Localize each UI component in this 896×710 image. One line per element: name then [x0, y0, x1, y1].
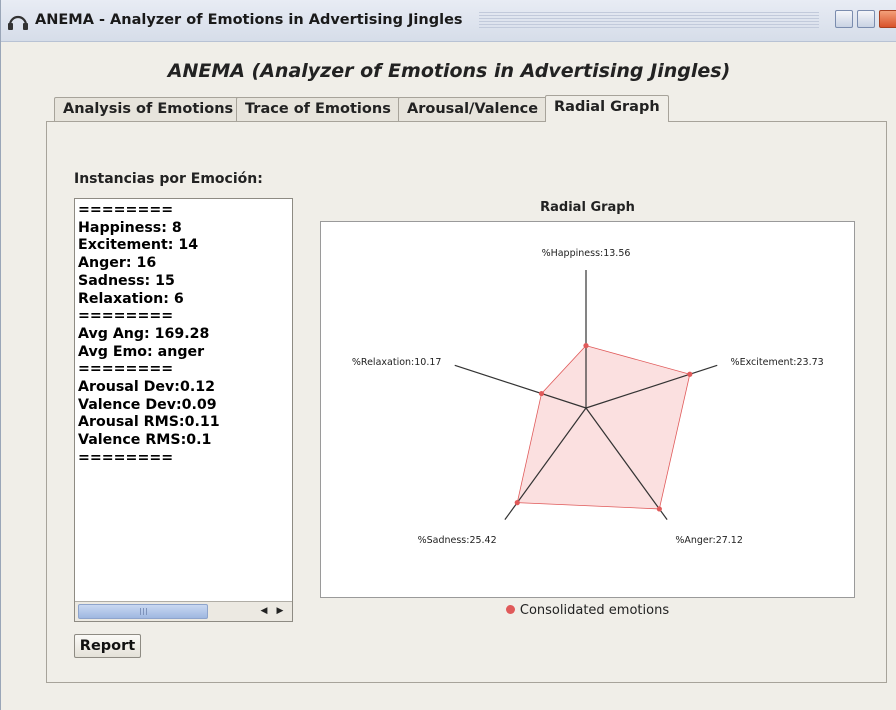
data-point	[656, 506, 662, 512]
window-title: ANEMA - Analyzer of Emotions in Advertis…	[35, 12, 463, 28]
radial-graph: %Happiness:13.56 %Excitement:23.73 %Anger:…	[320, 221, 855, 598]
scrollbar-thumb[interactable]	[78, 604, 208, 619]
axis-label: %Sadness:25.42	[418, 535, 497, 546]
axis-label: %Anger:27.12	[675, 535, 743, 546]
instances-label: Instancias por Emoción:	[74, 171, 263, 187]
legend-marker	[505, 605, 515, 614]
legend-label: Consolidated emotions	[519, 603, 670, 618]
axis-label: %Happiness:13.56	[542, 248, 631, 259]
stats-text: ======== Happiness: 8 Excitement: 14 Ang…	[78, 202, 220, 466]
horizontal-scrollbar[interactable]: ◀ ▶	[75, 601, 292, 621]
report-button[interactable]: Report	[74, 634, 141, 658]
close-button[interactable]	[879, 10, 896, 28]
tab-trace-of-emotions[interactable]: Trace of Emotions	[236, 97, 400, 121]
page-title: ANEMA (Analyzer of Emotions in Advertisi…	[167, 60, 731, 82]
axis-label: %Relaxation:10.17	[352, 357, 442, 368]
headphones-icon	[8, 15, 28, 30]
chart-title: Radial Graph	[540, 200, 635, 215]
title-bar-grip	[479, 12, 819, 30]
axis-label: %Excitement:23.73	[731, 357, 824, 368]
tab-radial-graph[interactable]: Radial Graph	[545, 95, 669, 122]
data-point	[514, 499, 520, 506]
minimize-button[interactable]	[835, 10, 853, 28]
chart-legend: Consolidated emotions	[320, 603, 855, 618]
data-point	[538, 390, 545, 397]
data-point	[687, 371, 693, 377]
title-bar[interactable]: ANEMA - Analyzer of Emotions in Advertis…	[1, 0, 896, 42]
tab-arousal-valence[interactable]: Arousal/Valence	[398, 97, 548, 121]
maximize-button[interactable]	[857, 10, 875, 28]
scroll-left-icon[interactable]: ◀	[256, 604, 272, 619]
scroll-right-icon[interactable]: ▶	[272, 604, 288, 619]
stats-text-area[interactable]: ======== Happiness: 8 Excitement: 14 Ang…	[74, 198, 293, 622]
data-point	[583, 343, 589, 349]
app-window: ANEMA - Analyzer of Emotions in Advertis…	[0, 0, 896, 710]
tab-analysis-of-emotions[interactable]: Analysis of Emotions	[54, 97, 243, 121]
